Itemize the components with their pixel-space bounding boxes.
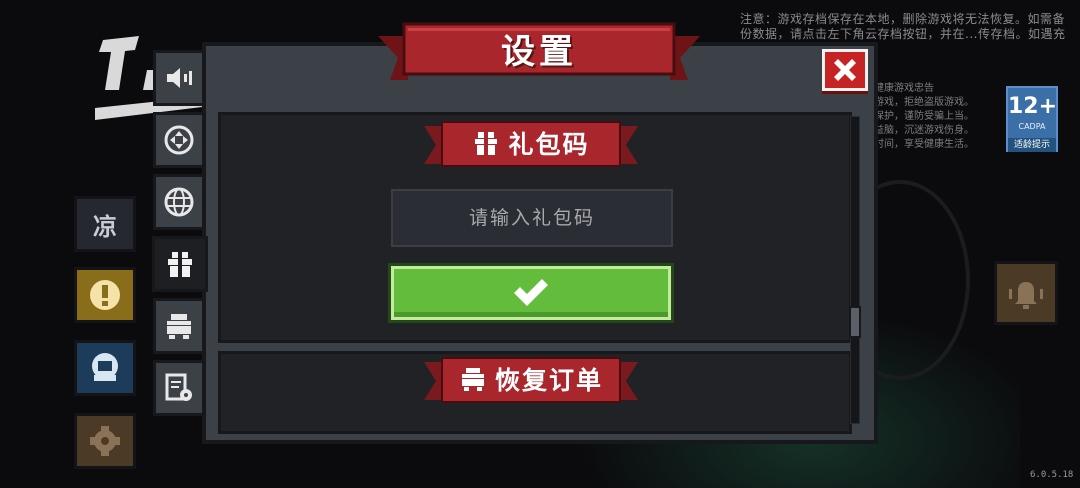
close-icon — [834, 59, 856, 81]
age-rating-tip: 适龄提示 — [1008, 138, 1056, 152]
settings-button[interactable] — [74, 413, 136, 469]
exclamation-icon — [90, 280, 120, 310]
character-icon — [92, 353, 118, 381]
tab-other[interactable] — [153, 360, 205, 416]
ranking-label: 凉 — [93, 212, 117, 241]
gift-icon — [475, 132, 498, 155]
tab-controls[interactable] — [153, 112, 205, 168]
close-button[interactable] — [822, 49, 868, 91]
gear-doc-icon — [165, 373, 192, 401]
gift-section-title: 礼包码 — [508, 130, 590, 159]
age-rating-org: CADPA — [1018, 122, 1046, 131]
gift-section-header: 礼包码 — [424, 121, 638, 165]
globe-icon — [164, 187, 194, 217]
scrollbar-thumb[interactable] — [849, 306, 861, 338]
gift-icon — [168, 252, 192, 277]
speaker-icon — [167, 68, 192, 88]
ranking-button[interactable]: 凉 — [74, 196, 136, 252]
alert-button[interactable] — [74, 267, 136, 323]
cart-icon — [167, 314, 191, 339]
gift-code-input[interactable] — [391, 189, 673, 247]
restore-section-title: 恢复订单 — [494, 366, 603, 395]
age-rating-number: 12+ — [1008, 94, 1058, 119]
dialog-title: 设置 — [501, 31, 577, 72]
dpad-icon — [164, 125, 194, 155]
tab-language[interactable] — [153, 174, 205, 230]
bell-icon — [1009, 282, 1043, 309]
scrollbar-track[interactable] — [850, 116, 860, 424]
confirm-button[interactable] — [391, 266, 671, 320]
version-label: 6.0.5.18 — [1030, 470, 1074, 480]
health-advice-text: 健康游戏忠告 游戏，拒绝盗版游戏。 保护，谨防受骗上当。 益脑，沉迷游戏伤身。 … — [874, 83, 974, 150]
tab-sound[interactable] — [153, 50, 205, 106]
cart-icon — [461, 368, 484, 391]
tab-restore[interactable] — [153, 298, 205, 354]
restore-section-header[interactable]: 恢复订单 — [424, 357, 638, 401]
tab-gift[interactable] — [152, 236, 208, 292]
gear-icon — [90, 426, 120, 456]
notification-button[interactable] — [994, 261, 1058, 325]
profile-button[interactable] — [74, 340, 136, 396]
checkmark-icon — [514, 279, 548, 306]
age-rating-badge[interactable]: 12+ CADPA 适龄提示 — [1006, 86, 1058, 152]
section-divider — [218, 340, 852, 354]
